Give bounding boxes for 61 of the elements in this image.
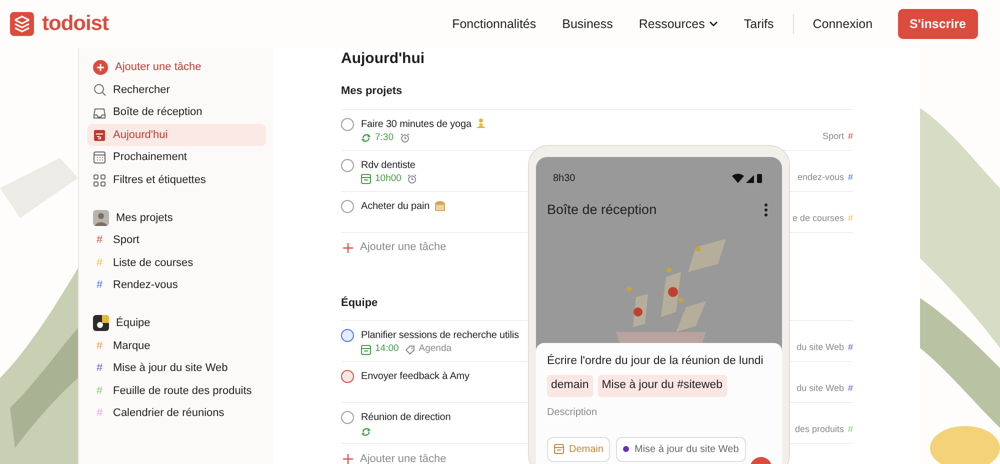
signup-button[interactable]: S'inscrire xyxy=(898,8,978,40)
sidebar-project[interactable]: # Sport xyxy=(87,229,266,252)
hash-mark: # xyxy=(95,256,104,271)
task-title[interactable]: Envoyer feedback à Amy xyxy=(361,370,470,383)
sidebar-item[interactable]: Filtres et étiquettes xyxy=(87,168,266,192)
sidebar-item[interactable]: Prochainement xyxy=(87,146,266,169)
hash-mark: # xyxy=(848,212,853,225)
task-meta: 10h00 xyxy=(375,172,402,186)
hash-mark: # xyxy=(848,170,853,184)
task-title[interactable]: Réunion de direction xyxy=(361,411,451,424)
project-group[interactable]: Équipe xyxy=(87,312,266,335)
phone-title: Boîte de réception xyxy=(547,201,657,219)
nav-link[interactable]: Ressources xyxy=(626,14,731,34)
task-title[interactable]: Rdv dentiste xyxy=(361,158,416,172)
sidebar-project[interactable]: # Calendrier de réunions xyxy=(87,402,266,425)
highlighted-token: demain xyxy=(547,375,593,396)
task-meta: 14:00 xyxy=(375,342,399,356)
hash-mark: # xyxy=(95,406,104,422)
hash-mark: # xyxy=(95,384,104,399)
task-meta: Agenda xyxy=(418,342,452,356)
hash-mark: # xyxy=(848,130,853,143)
task-title[interactable]: Planifier sessions de recherche utilis xyxy=(361,329,519,342)
login-link[interactable]: Connexion xyxy=(800,14,886,34)
highlighted-token: Mise à jour du #siteweb xyxy=(598,375,727,396)
add-task-button[interactable]: Ajouter une tâche xyxy=(87,56,266,79)
task-project: endez-vous xyxy=(797,170,844,184)
sidebar-item[interactable]: Boîte de réception xyxy=(87,101,266,124)
nav-link[interactable]: Business xyxy=(549,14,626,34)
task-title[interactable]: Faire 30 minutes de yoga xyxy=(361,118,472,130)
project-group[interactable]: Mes projets xyxy=(87,206,266,230)
task-project: Sport xyxy=(822,130,844,143)
task-meta: 7:30 xyxy=(375,130,394,145)
nav-link[interactable]: Tarifs xyxy=(730,14,787,34)
add-task-link[interactable]: Ajouter une tâche xyxy=(360,239,446,256)
nav-link[interactable]: Fonctionnalités xyxy=(439,14,550,34)
task-input[interactable]: Écrire l'ordre du jour de la réunion de lundi xyxy=(547,353,771,370)
section-title: Mes projets xyxy=(341,74,853,110)
hash-mark: # xyxy=(848,423,853,436)
sidebar-project[interactable]: # Rendez-vous xyxy=(87,274,266,297)
hash-mark: # xyxy=(95,278,104,294)
task-title[interactable]: Acheter du pain xyxy=(361,200,430,212)
hash-mark: # xyxy=(848,382,853,396)
hash-mark: # xyxy=(95,361,104,376)
task-project: e de courses xyxy=(792,212,844,225)
add-task-link[interactable]: Ajouter une tâche xyxy=(360,450,446,464)
sidebar-project[interactable]: # Feuille de route des produits xyxy=(87,380,266,402)
logo-text[interactable]: todoist xyxy=(42,8,108,40)
hash-mark: # xyxy=(95,338,104,354)
hash-mark: # xyxy=(95,233,104,248)
sidebar-project[interactable]: # Liste de courses xyxy=(87,252,266,274)
sidebar-item[interactable]: Rechercher xyxy=(87,78,266,102)
task-project: du site Web xyxy=(796,341,844,354)
status-time: 8h30 xyxy=(553,172,576,186)
sheet-button[interactable]: Mise à jour du site Web xyxy=(616,436,746,462)
sidebar-project[interactable]: # Marque xyxy=(87,334,266,358)
page-title: Aujourd'hui xyxy=(341,49,426,69)
sidebar-project[interactable]: # Mise à jour du site Web xyxy=(87,357,266,380)
sidebar-item[interactable]: Aujourd'hui xyxy=(87,124,266,146)
task-project: des produits xyxy=(794,423,844,436)
hash-mark: # xyxy=(848,341,853,354)
task-project: du site Web xyxy=(796,382,844,396)
